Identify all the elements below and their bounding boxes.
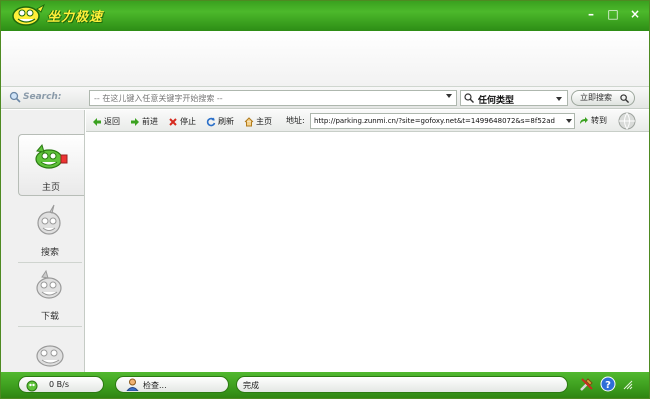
tools-icon[interactable] <box>579 376 595 392</box>
check-indicator[interactable]: 检查... <box>115 376 229 393</box>
search-button[interactable]: 立即搜索 <box>571 90 635 106</box>
forward-button[interactable]: 前进 <box>130 115 158 128</box>
resize-grip-icon[interactable] <box>623 380 633 390</box>
more-mascot-icon <box>36 345 64 367</box>
help-icon[interactable]: ? <box>600 376 616 392</box>
go-label: 转到 <box>591 116 607 125</box>
maximize-button[interactable]: □ <box>607 8 619 20</box>
sidebar-item-label: 主页 <box>41 183 60 193</box>
app-window: 坐力极速 – □ × Search: 任何类型 立即搜索 <box>0 0 650 399</box>
search-type-value: 任何类型 <box>478 96 515 106</box>
globe-icon[interactable] <box>618 112 636 130</box>
status-bar: 0 B/s 检查... 完成 ? <box>1 372 649 398</box>
title-bar[interactable]: 坐力极速 – □ × <box>1 1 649 31</box>
navigation-toolbar: 返回 前进 停止 刷新 主页 地址: 转到 <box>86 110 649 132</box>
home-button[interactable]: 主页 <box>244 115 272 128</box>
stop-icon <box>169 117 177 126</box>
minimize-button[interactable]: – <box>585 8 597 20</box>
arrow-left-icon <box>93 117 101 126</box>
browser-content[interactable] <box>86 133 649 373</box>
sidebar-item-download[interactable]: 下载 <box>18 262 84 324</box>
sidebar-item-search[interactable]: 搜索 <box>18 198 84 260</box>
search-history-dropdown-icon[interactable] <box>446 94 452 98</box>
address-label: 地址: <box>286 116 305 125</box>
magnifier-icon <box>464 93 474 103</box>
sidebar-item-label: 搜索 <box>40 248 59 258</box>
refresh-label: 刷新 <box>218 117 234 126</box>
logo-mascot-icon <box>12 3 46 26</box>
stop-label: 停止 <box>180 117 196 126</box>
forward-label: 前进 <box>142 117 158 126</box>
magnifier-icon <box>620 94 629 103</box>
back-button[interactable]: 返回 <box>92 115 120 128</box>
page-status-field: 完成 <box>236 376 568 393</box>
stop-button[interactable]: 停止 <box>168 115 196 128</box>
page-status-text: 完成 <box>243 381 259 390</box>
app-logo-text: 坐力极速 <box>47 10 104 25</box>
refresh-button[interactable]: 刷新 <box>206 115 234 128</box>
back-label: 返回 <box>104 117 120 126</box>
user-icon <box>126 378 139 391</box>
speed-indicator: 0 B/s <box>18 376 104 393</box>
search-input[interactable] <box>89 90 457 106</box>
app-logo: 坐力极速 <box>11 3 131 29</box>
check-status: 检查... <box>143 381 167 390</box>
speed-value: 0 B/s <box>49 380 69 389</box>
svg-text:?: ? <box>605 380 611 391</box>
sidebar-item-label: 下载 <box>40 312 59 322</box>
search-mascot-icon <box>37 204 61 235</box>
home-label: 主页 <box>256 117 272 126</box>
download-mascot-icon <box>36 269 62 299</box>
banner-area <box>1 31 649 87</box>
refresh-icon <box>206 117 216 126</box>
chevron-down-icon <box>556 97 562 101</box>
go-arrow-icon <box>580 116 588 124</box>
home-icon <box>244 116 254 126</box>
search-button-label: 立即搜索 <box>580 93 612 102</box>
arrow-right-icon <box>131 117 139 126</box>
address-input[interactable] <box>310 113 575 129</box>
search-icon <box>9 91 21 103</box>
sidebar: 主页 搜索 下载 <box>1 110 85 373</box>
close-button[interactable]: × <box>629 8 641 20</box>
go-button[interactable]: 转到 <box>579 115 607 126</box>
search-label: Search: <box>23 92 62 102</box>
search-type-select[interactable]: 任何类型 <box>460 90 568 106</box>
window-controls: – □ × <box>585 8 641 20</box>
sidebar-item-home[interactable]: 主页 <box>18 134 84 196</box>
home-mascot-icon <box>35 143 68 169</box>
search-bar: Search: 任何类型 立即搜索 <box>1 87 649 109</box>
address-dropdown-icon[interactable] <box>566 119 572 123</box>
speed-mascot-icon <box>26 380 38 392</box>
sidebar-divider <box>18 326 82 327</box>
